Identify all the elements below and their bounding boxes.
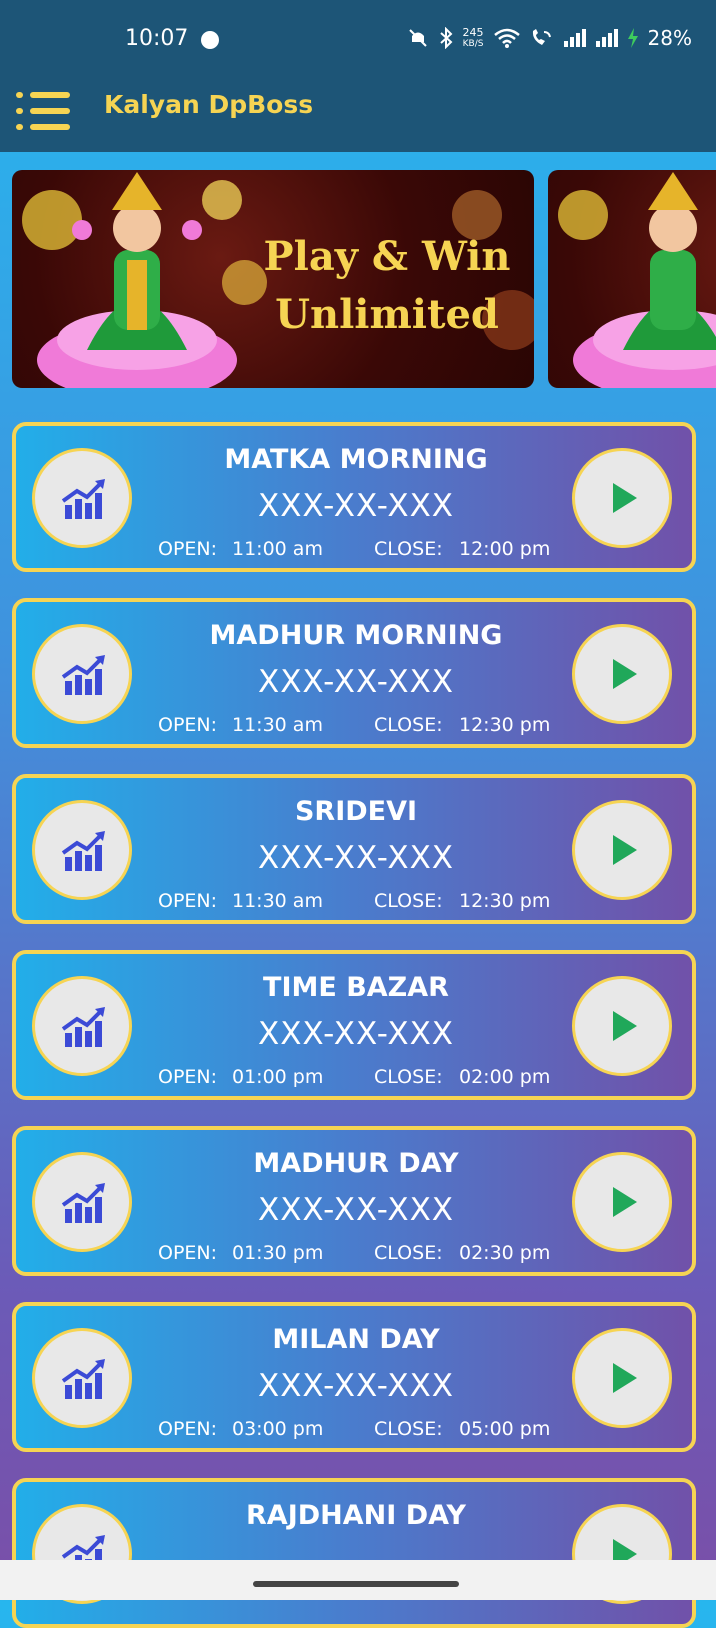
- open-label: OPEN:: [158, 890, 218, 912]
- open-time: 01:00 pm: [232, 1066, 324, 1088]
- status-bar: 10:07 245 KB/S 28%: [0, 0, 716, 80]
- close-time: 02:30 pm: [459, 1242, 551, 1264]
- chart-icon: [61, 1183, 105, 1223]
- banner-slide-next[interactable]: [548, 170, 716, 388]
- play-icon: [613, 1363, 637, 1393]
- game-card[interactable]: SRIDEVI XXX-XX-XXX OPEN: 11:30 am CLOSE: 12:3…: [12, 774, 696, 924]
- game-name: MADHUR MORNING: [209, 620, 503, 651]
- open-label: OPEN:: [158, 1242, 218, 1264]
- chart-button[interactable]: [32, 448, 132, 548]
- game-name: RAJDHANI DAY: [246, 1500, 466, 1531]
- banner-line-2: Unlimited: [275, 291, 499, 338]
- menu-icon[interactable]: [16, 88, 70, 130]
- banner-carousel[interactable]: Play & Win Unlimited: [12, 170, 716, 390]
- game-result: XXX-XX-XXX: [257, 488, 455, 524]
- play-button[interactable]: [572, 976, 672, 1076]
- signal-icon-2: [595, 29, 618, 47]
- chart-button[interactable]: [32, 976, 132, 1076]
- game-result: XXX-XX-XXX: [257, 840, 455, 876]
- game-result: XXX-XX-XXX: [257, 664, 455, 700]
- app-bar: Kalyan DpBoss: [0, 80, 716, 152]
- open-time: 11:00 am: [232, 538, 323, 560]
- play-button[interactable]: [572, 1152, 672, 1252]
- close-label: CLOSE:: [374, 714, 443, 736]
- close-time: 12:30 pm: [459, 890, 551, 912]
- game-card[interactable]: MATKA MORNING XXX-XX-XXX OPEN: 11:00 am CLOS…: [12, 422, 696, 572]
- close-label: CLOSE:: [374, 1418, 443, 1440]
- banner-text: Play & Win Unlimited: [242, 228, 532, 344]
- chart-icon: [61, 655, 105, 695]
- open-time: 03:00 pm: [232, 1418, 324, 1440]
- chart-button[interactable]: [32, 624, 132, 724]
- status-time: 10:07: [125, 26, 189, 51]
- play-icon: [613, 835, 637, 865]
- wifi-icon: [493, 28, 520, 48]
- status-icons: 245 KB/S 28%: [407, 26, 692, 50]
- game-card[interactable]: MILAN DAY XXX-XX-XXX OPEN: 03:00 pm CLOSE: 05…: [12, 1302, 696, 1452]
- open-label: OPEN:: [158, 1418, 218, 1440]
- play-icon: [613, 483, 637, 513]
- game-result: XXX-XX-XXX: [257, 1368, 455, 1404]
- close-label: CLOSE:: [374, 538, 443, 560]
- play-button[interactable]: [572, 448, 672, 548]
- chart-button[interactable]: [32, 1152, 132, 1252]
- game-result: XXX-XX-XXX: [257, 1192, 455, 1228]
- open-label: OPEN:: [158, 714, 218, 736]
- close-label: CLOSE:: [374, 1242, 443, 1264]
- battery-percent: 28%: [647, 26, 692, 50]
- play-button[interactable]: [572, 800, 672, 900]
- chart-icon: [61, 1007, 105, 1047]
- close-time: 02:00 pm: [459, 1066, 551, 1088]
- play-icon: [613, 659, 637, 689]
- goddess-image: [37, 172, 237, 388]
- game-card[interactable]: MADHUR MORNING XXX-XX-XXX OPEN: 11:30 am CLO…: [12, 598, 696, 748]
- play-button[interactable]: [572, 624, 672, 724]
- app-title: Kalyan DpBoss: [104, 90, 314, 119]
- banner-line-1: Play & Win: [263, 233, 511, 280]
- chart-icon: [61, 831, 105, 871]
- mute-icon: [408, 29, 427, 47]
- game-name: MILAN DAY: [272, 1324, 440, 1355]
- home-indicator[interactable]: [253, 1581, 459, 1587]
- game-card[interactable]: MADHUR DAY XXX-XX-XXX OPEN: 01:30 pm CLOSE: 0…: [12, 1126, 696, 1276]
- close-time: 05:00 pm: [459, 1418, 551, 1440]
- game-name: TIME BAZAR: [263, 972, 449, 1003]
- net-speed-unit: KB/S: [462, 38, 484, 49]
- chart-icon: [61, 1359, 105, 1399]
- wifi-calling-icon: [532, 29, 551, 45]
- game-card[interactable]: RAJDHANI DAY: [12, 1478, 696, 1628]
- nav-bar: [0, 1560, 716, 1600]
- open-time: 01:30 pm: [232, 1242, 324, 1264]
- chart-button[interactable]: [32, 1328, 132, 1428]
- chart-button[interactable]: [32, 800, 132, 900]
- play-icon: [613, 1187, 637, 1217]
- net-speed-value: 245: [462, 25, 484, 39]
- net-speed: 245 KB/S: [462, 25, 484, 49]
- game-result: XXX-XX-XXX: [257, 1016, 455, 1052]
- close-time: 12:00 pm: [459, 538, 551, 560]
- open-label: OPEN:: [158, 1066, 218, 1088]
- play-icon: [613, 1011, 637, 1041]
- game-name: MADHUR DAY: [253, 1148, 459, 1179]
- signal-icon-1: [563, 29, 586, 47]
- close-time: 12:30 pm: [459, 714, 551, 736]
- goddess-image: [573, 172, 716, 388]
- chart-icon: [61, 479, 105, 519]
- open-time: 11:30 am: [232, 714, 323, 736]
- bluetooth-icon: [439, 27, 452, 49]
- game-card[interactable]: TIME BAZAR XXX-XX-XXX OPEN: 01:00 pm CLOSE: 0…: [12, 950, 696, 1100]
- close-label: CLOSE:: [374, 890, 443, 912]
- open-label: OPEN:: [158, 538, 218, 560]
- close-label: CLOSE:: [374, 1066, 443, 1088]
- banner-slide[interactable]: Play & Win Unlimited: [12, 170, 534, 388]
- sync-icon: [201, 31, 219, 49]
- game-name: MATKA MORNING: [224, 444, 488, 475]
- open-time: 11:30 am: [232, 890, 323, 912]
- game-name: SRIDEVI: [294, 796, 418, 827]
- play-button[interactable]: [572, 1328, 672, 1428]
- charging-icon: [627, 28, 638, 48]
